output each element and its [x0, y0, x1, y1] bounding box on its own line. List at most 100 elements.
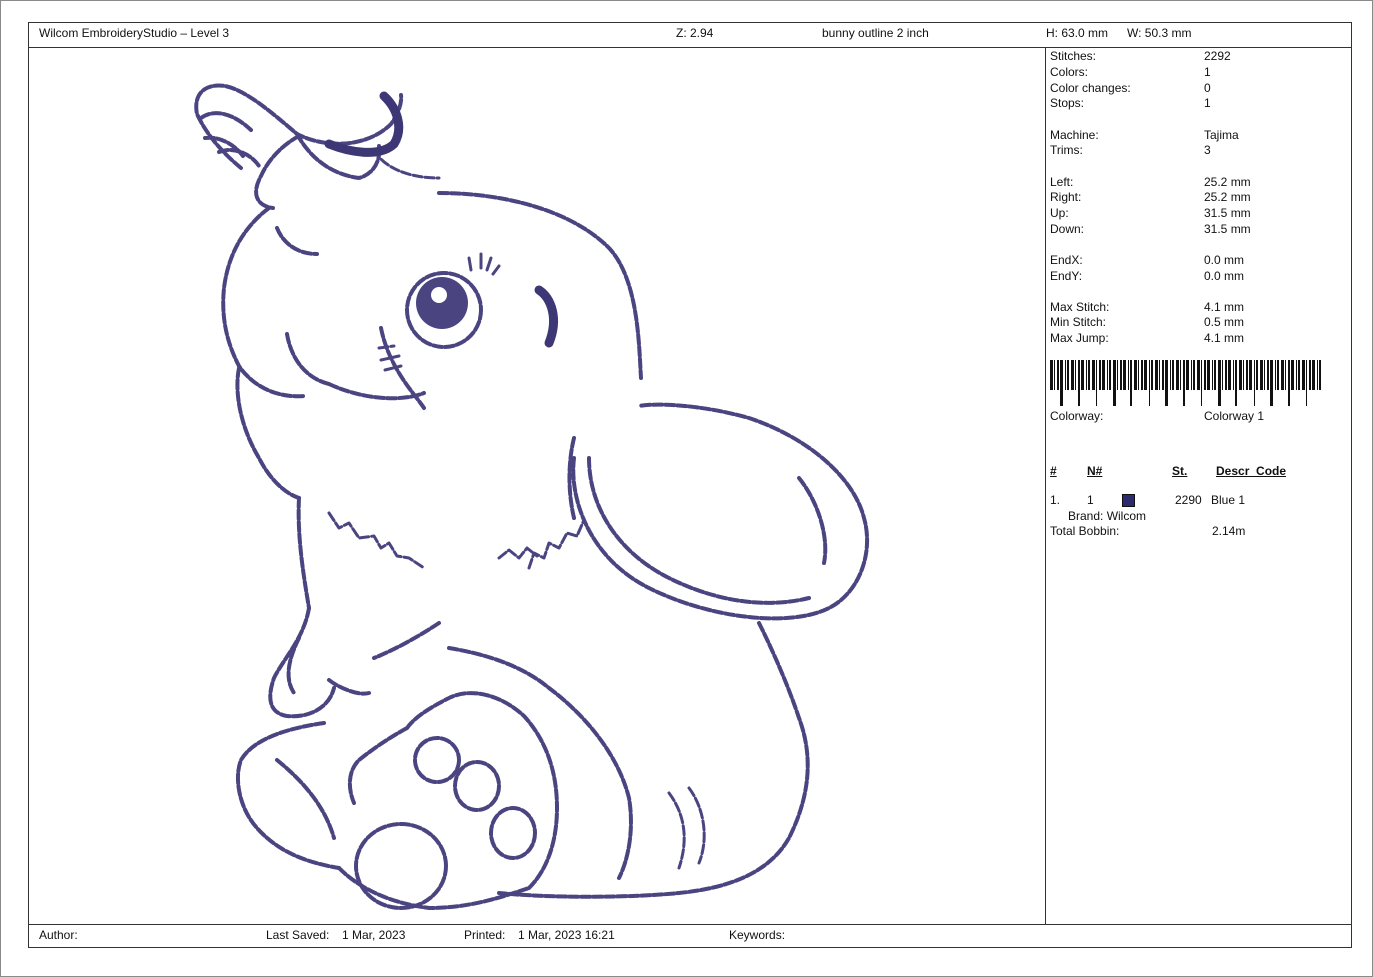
barcode-bar [1149, 360, 1150, 406]
barcode-bar [1277, 360, 1279, 390]
stat-value: 31.5 mm [1204, 222, 1251, 236]
barcode-bar [1102, 360, 1105, 390]
barcode-graphic [1050, 360, 1321, 406]
barcode-bar [1099, 360, 1101, 390]
stat-value: 1 [1204, 96, 1211, 110]
barcode-bar [1201, 360, 1202, 406]
barcode-bar [1138, 360, 1139, 390]
barcode-bar [1228, 360, 1231, 390]
barcode-bar [1071, 360, 1074, 390]
barcode-bar [1120, 360, 1122, 390]
barcode-bar [1256, 360, 1258, 390]
barcode-bar [1081, 360, 1084, 390]
stat-value: 4.1 mm [1204, 331, 1245, 345]
barcode-bar [1096, 360, 1097, 406]
col-header-num: # [1050, 464, 1057, 478]
barcode-bar [1317, 360, 1318, 390]
col-header-needle: N# [1087, 464, 1103, 478]
barcode-bar [1130, 360, 1132, 406]
barcode-bar [1212, 360, 1213, 390]
barcode-bar [1288, 360, 1290, 406]
printed-label: Printed: [464, 928, 506, 942]
barcode-bar [1067, 360, 1069, 390]
barcode-bar [1176, 360, 1179, 390]
stats-panel: Stitches: 2292 Colors: 1 Color changes: … [1050, 48, 1350, 924]
stat-value: 4.1 mm [1204, 300, 1245, 314]
barcode-bar [1207, 360, 1210, 390]
color-row-stitches: 2290 [1175, 493, 1202, 507]
barcode-bar [1260, 360, 1263, 390]
barcode-bar [1109, 360, 1111, 390]
barcode-bar [1249, 360, 1252, 390]
stat-label: Min Stitch: [1050, 315, 1107, 329]
barcode-bar [1222, 360, 1223, 390]
stat-label: Stops: [1050, 96, 1085, 110]
barcode-bar [1243, 360, 1244, 390]
barcode-bar [1144, 360, 1147, 390]
barcode-bar [1117, 360, 1118, 390]
barcode-bar [1246, 360, 1248, 390]
stat-value: 31.5 mm [1204, 206, 1251, 220]
stat-value: 0.0 mm [1204, 269, 1245, 283]
stat-value: 3 [1204, 143, 1211, 157]
barcode-bar [1254, 360, 1255, 406]
stat-value: 0 [1204, 81, 1211, 95]
barcode-bar [1275, 360, 1276, 390]
stat-value: 1 [1204, 65, 1211, 79]
stat-label: Stitches: [1050, 49, 1097, 63]
col-header-descr: Descr_Code [1216, 464, 1287, 478]
stat-value: 2292 [1204, 49, 1231, 63]
barcode-bar [1050, 360, 1053, 390]
colorway-label: Colorway: [1050, 409, 1104, 423]
printed-value: 1 Mar, 2023 16:21 [518, 928, 615, 942]
stat-label: EndX: [1050, 253, 1083, 267]
barcode-bar [1186, 360, 1189, 390]
stat-value: Tajima [1204, 128, 1239, 142]
col-header-stitches: St. [1172, 464, 1188, 478]
stat-value: 25.2 mm [1204, 175, 1251, 189]
color-row-brand: Brand: Wilcom [1068, 509, 1147, 523]
stat-label: Machine: [1050, 128, 1099, 142]
barcode-bar [1204, 360, 1206, 390]
design-name: bunny outline 2 inch [822, 26, 929, 40]
thread-color-swatch [1122, 494, 1135, 507]
barcode-bar [1180, 360, 1181, 390]
color-row-needle: 1 [1087, 493, 1094, 507]
barcode-bar [1151, 360, 1153, 390]
barcode-bar [1197, 360, 1200, 390]
barcode-bar [1170, 360, 1171, 390]
barcode-bar [1239, 360, 1242, 390]
barcode-bar [1306, 360, 1307, 406]
barcode-bar [1285, 360, 1286, 390]
barcode-bar [1298, 360, 1300, 390]
barcode-bar [1113, 360, 1116, 406]
stat-value: 0.5 mm [1204, 315, 1245, 329]
barcode-bar [1057, 360, 1059, 390]
barcode-bar [1291, 360, 1294, 390]
barcode-bar [1172, 360, 1174, 390]
color-row-descr: Blue 1 [1211, 493, 1246, 507]
author-label: Author: [39, 928, 78, 942]
barcode-bar [1191, 360, 1192, 390]
stat-label: Right: [1050, 190, 1082, 204]
barcode-bar [1193, 360, 1195, 390]
bobbin-label: Total Bobbin: [1050, 524, 1120, 538]
zoom-level: Z: 2.94 [676, 26, 714, 40]
stat-label: Trims: [1050, 143, 1083, 157]
barcode-bar [1319, 360, 1321, 390]
design-frame: Wilcom EmbroideryStudio – Level 3 Z: 2.9… [28, 22, 1352, 948]
barcode-bar [1302, 360, 1305, 390]
barcode-bar [1159, 360, 1160, 390]
barcode-bar [1264, 360, 1265, 390]
barcode-bar [1225, 360, 1227, 390]
barcode-bar [1309, 360, 1311, 390]
bobbin-value: 2.14m [1212, 524, 1246, 538]
barcode-bar [1054, 360, 1055, 390]
barcode-bar [1233, 360, 1234, 390]
barcode-bar [1086, 360, 1087, 390]
barcode-bar [1165, 360, 1168, 406]
print-sheet: Wilcom EmbroideryStudio – Level 3 Z: 2.9… [0, 0, 1373, 977]
stat-value: 25.2 mm [1204, 190, 1251, 204]
barcode-bar [1065, 360, 1066, 390]
stat-label: Max Stitch: [1050, 300, 1110, 314]
